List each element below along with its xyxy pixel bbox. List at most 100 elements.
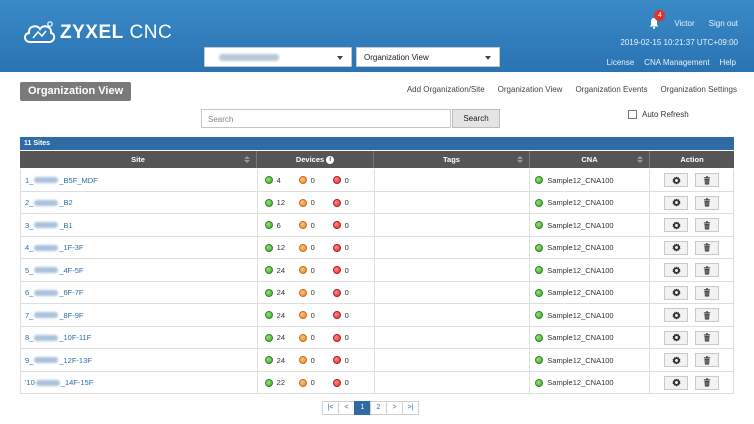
site-suffix: _8F-9F — [59, 310, 84, 320]
site-settings-button[interactable] — [664, 353, 689, 367]
pagination-page-1[interactable]: 1 — [354, 401, 371, 415]
site-settings-button[interactable] — [664, 173, 689, 187]
site-settings-button[interactable] — [664, 218, 689, 232]
pagination-last[interactable]: >| — [402, 401, 419, 415]
warning-count: 0 — [310, 333, 315, 342]
pagination: |< < 1 2 > >| — [322, 401, 419, 415]
site-prefix: '10 — [25, 378, 35, 387]
chevron-down-icon — [337, 56, 343, 60]
subnav-organization-events[interactable]: Organization Events — [575, 85, 647, 94]
site-link[interactable]: 9_ _12F-13F — [25, 356, 92, 365]
site-link[interactable]: 7_ _8F-9F — [25, 311, 84, 320]
online-count: 12 — [276, 198, 286, 207]
site-delete-button[interactable] — [695, 218, 720, 232]
site-settings-button[interactable] — [664, 285, 689, 300]
site-link[interactable]: 5_ _4F-5F — [25, 266, 84, 275]
site-settings-button[interactable] — [664, 195, 689, 210]
cna-cell: Sample12_CNA100 — [530, 169, 651, 191]
table-row: '10 _14F-15F 22 0 0 Sample12_CNA100 — [20, 371, 734, 394]
auto-refresh-checkbox[interactable] — [628, 110, 637, 119]
page-title: Organization View — [20, 82, 132, 101]
site-delete-button[interactable] — [695, 173, 720, 187]
site-delete-button[interactable] — [695, 375, 720, 390]
column-header-action: Action — [650, 151, 734, 168]
cna-name: Sample12_CNA100 — [547, 175, 614, 185]
cna-cell: Sample12_CNA100 — [530, 214, 651, 236]
devices-offline: 0 — [332, 311, 367, 320]
devices-warning: 0 — [298, 288, 333, 297]
site-link[interactable]: 3_ _B1 — [25, 221, 73, 230]
trash-icon — [703, 220, 711, 230]
status-offline-icon — [332, 333, 341, 342]
organization-select-value — [219, 54, 279, 61]
action-cell — [650, 236, 734, 259]
pagination-page-2[interactable]: 2 — [370, 401, 387, 415]
cna-cell: Sample12_CNA100 — [530, 236, 651, 259]
trash-icon — [703, 243, 711, 252]
site-settings-button[interactable] — [664, 263, 689, 277]
pagination-next[interactable]: > — [386, 401, 403, 415]
devices-online: 24 — [264, 265, 299, 275]
site-prefix: 9_ — [25, 355, 34, 365]
site-name-redacted — [34, 267, 59, 273]
help-link[interactable]: Help — [720, 58, 736, 67]
cna-status-icon — [535, 221, 544, 229]
online-count: 24 — [276, 265, 286, 275]
sort-icon[interactable] — [517, 156, 523, 163]
column-header-site[interactable]: Site — [20, 151, 257, 168]
site-link[interactable]: 8_ _10F-11F — [25, 333, 91, 342]
subnav-add-organization-site[interactable]: Add Organization/Site — [407, 85, 485, 94]
site-link[interactable]: 2_ _B2 — [25, 198, 73, 207]
site-link[interactable]: '10 _14F-15F — [25, 378, 93, 387]
view-select[interactable]: Organization View — [356, 47, 500, 67]
status-offline-icon — [332, 243, 341, 252]
site-link[interactable]: 1_ _B5F_MDF — [25, 176, 98, 185]
devices-online: 4 — [264, 176, 299, 185]
warning-count: 0 — [310, 265, 315, 275]
site-delete-button[interactable] — [695, 195, 720, 210]
site-delete-button[interactable] — [695, 330, 720, 345]
column-header-cna[interactable]: CNA — [530, 151, 650, 168]
license-link[interactable]: License — [607, 58, 635, 67]
site-link[interactable]: 6_ _6F-7F — [25, 288, 84, 297]
devices-online: 12 — [264, 243, 299, 252]
site-link[interactable]: 4_ _1F-3F — [25, 243, 84, 252]
search-input[interactable]: Search — [201, 109, 451, 128]
search-button[interactable]: Search — [452, 109, 500, 128]
sort-icon[interactable] — [244, 156, 250, 163]
pagination-first[interactable]: |< — [322, 401, 339, 415]
site-settings-button[interactable] — [664, 375, 689, 390]
notifications-button[interactable]: 4 — [648, 10, 666, 29]
site-prefix: 2_ — [25, 198, 34, 207]
offline-count: 0 — [344, 220, 349, 230]
subnav-organization-settings[interactable]: Organization Settings — [661, 85, 738, 94]
site-settings-button[interactable] — [664, 308, 689, 322]
site-delete-button[interactable] — [695, 353, 720, 367]
subnav-organization-view[interactable]: Organization View — [498, 85, 563, 94]
site-settings-button[interactable] — [664, 240, 689, 255]
user-name-link[interactable]: Victor — [674, 19, 694, 28]
column-header-tags[interactable]: Tags — [374, 151, 530, 168]
site-delete-button[interactable] — [695, 308, 720, 322]
sign-out-link[interactable]: Sign out — [709, 19, 738, 28]
status-offline-icon — [332, 221, 341, 229]
site-prefix: 5_ — [25, 265, 34, 275]
site-delete-button[interactable] — [695, 263, 720, 277]
info-icon[interactable]: i — [326, 156, 335, 165]
logo[interactable]: ZYXEL CNC — [22, 20, 172, 46]
auto-refresh-toggle[interactable]: Auto Refresh — [628, 110, 689, 119]
cna-name: Sample12_CNA100 — [547, 310, 614, 320]
site-delete-button[interactable] — [695, 240, 720, 255]
view-select-value: Organization View — [364, 53, 429, 62]
tags-cell — [375, 191, 531, 214]
sort-icon[interactable] — [637, 156, 643, 163]
status-warning-icon — [298, 198, 307, 207]
site-settings-button[interactable] — [664, 330, 689, 345]
pagination-prev[interactable]: < — [338, 401, 355, 415]
site-delete-button[interactable] — [695, 285, 720, 300]
gear-icon — [671, 220, 681, 230]
column-label: Site — [131, 155, 145, 164]
cna-management-link[interactable]: CNA Management — [644, 58, 709, 67]
organization-select[interactable] — [204, 47, 352, 67]
table-row: 6_ _6F-7F 24 0 0 Sample12_CNA100 — [20, 281, 734, 304]
